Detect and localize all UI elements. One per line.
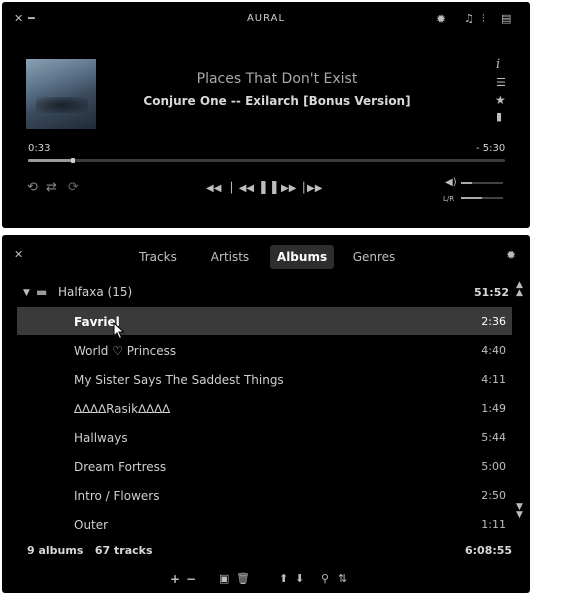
lyrics-icon[interactable]: ☰ <box>496 77 506 89</box>
track-row[interactable]: Outer 1:11 <box>17 510 512 538</box>
balance-slider[interactable] <box>461 197 503 199</box>
track-row[interactable]: Favriel 2:36 <box>17 307 512 335</box>
track-row[interactable]: Dream Fortress 5:00 <box>17 452 512 480</box>
track-duration: 1:11 <box>481 518 506 531</box>
balance-slider-fill <box>461 197 482 199</box>
track-duration: 2:50 <box>481 489 506 502</box>
track-duration: 4:11 <box>481 373 506 386</box>
loop-segment-icon[interactable]: ⟳ <box>68 181 79 194</box>
layout-icon[interactable]: ▤ <box>501 13 511 25</box>
track-duration: 2:36 <box>481 315 506 328</box>
info-icon[interactable]: i <box>496 58 500 71</box>
elapsed-time[interactable]: 0:33 <box>28 143 50 154</box>
player-window: ✕ ━ AURAL ✹ ♫ ⫶ ▤ Places That Don't Exis… <box>2 2 530 228</box>
playlist-settings-gear-icon[interactable]: ✹ <box>506 249 516 261</box>
track-name: Hallways <box>74 431 128 445</box>
search-icon[interactable]: ⚲ <box>321 573 329 585</box>
balance-label: L/R <box>443 195 455 203</box>
seek-bar-fill <box>28 159 74 162</box>
volume-slider-fill <box>461 182 472 184</box>
save-icon[interactable]: ▣ <box>219 573 229 585</box>
volume-slider[interactable] <box>461 182 503 184</box>
sort-icon[interactable]: ⇅ <box>338 573 347 585</box>
playlist-toggle-icon[interactable]: ♫ <box>464 13 474 25</box>
clear-trash-icon[interactable]: 🗑 <box>236 573 250 585</box>
song-title: Places That Don't Exist <box>196 71 358 87</box>
seek-bar[interactable] <box>28 158 505 163</box>
tab-artists[interactable]: Artists <box>201 245 259 269</box>
settings-gear-icon[interactable]: ✹ <box>436 13 446 25</box>
library-summary: 9 albums 67 tracks <box>27 544 153 557</box>
track-name: ∆∆∆∆Rasik∆∆∆∆ <box>74 402 171 416</box>
scroll-to-top-icon[interactable]: ▲ ▲ <box>516 281 523 298</box>
previous-track-icon[interactable]: ▏◀◀ <box>231 183 254 195</box>
repeat-icon[interactable]: ⟲ <box>27 181 38 194</box>
next-track-icon[interactable]: ▶▶▕ <box>281 183 304 195</box>
track-row[interactable]: ∆∆∆∆Rasik∆∆∆∆ 1:49 <box>17 394 512 422</box>
tab-albums[interactable]: Albums <box>270 245 334 269</box>
playlist-close-icon[interactable]: ✕ <box>14 249 23 261</box>
remove-icon[interactable]: − <box>186 573 196 585</box>
app-title: AURAL <box>246 13 286 24</box>
library-total-duration: 6:08:55 <box>465 544 513 557</box>
track-row[interactable]: World ♡ Princess 4:40 <box>17 336 512 364</box>
tab-genres[interactable]: Genres <box>345 245 403 269</box>
album-folder-icon: ▬ <box>36 285 48 299</box>
bookmark-icon[interactable]: ▮ <box>496 111 502 123</box>
collapse-group-icon[interactable]: ▼ <box>23 287 30 299</box>
seek-bar-knob[interactable] <box>71 158 76 163</box>
effects-toggle-icon[interactable]: ⫶ <box>482 13 485 25</box>
mouse-pointer-icon <box>113 322 125 340</box>
volume-icon[interactable]: ◀) <box>445 177 457 189</box>
album-group-duration: 51:52 <box>474 286 510 299</box>
track-name: My Sister Says The Saddest Things <box>74 373 284 387</box>
remaining-time[interactable]: - 5:30 <box>476 143 505 154</box>
playlist-window: ✕ Tracks Artists Albums Genres ✹ ▼ ▬ Hal… <box>2 235 530 593</box>
track-duration: 5:44 <box>481 431 506 444</box>
tab-tracks[interactable]: Tracks <box>129 245 187 269</box>
seek-backward-icon[interactable]: ◀◀ <box>206 183 221 195</box>
shuffle-icon[interactable]: ⇄ <box>46 181 57 194</box>
track-name: Dream Fortress <box>74 460 167 474</box>
artist-album: Conjure One -- Exilarch [Bonus Version] <box>143 94 411 108</box>
album-group-name[interactable]: Halfaxa (15) <box>58 285 132 299</box>
favorite-star-icon[interactable]: ★ <box>495 94 506 106</box>
move-up-icon[interactable]: ⬆ <box>279 573 288 585</box>
add-icon[interactable]: + <box>170 573 180 585</box>
track-duration: 1:49 <box>481 402 506 415</box>
track-duration: 5:00 <box>481 460 506 473</box>
track-name: Intro / Flowers <box>74 489 160 503</box>
track-row[interactable]: Intro / Flowers 2:50 <box>17 481 512 509</box>
track-row[interactable]: Hallways 5:44 <box>17 423 512 451</box>
track-row[interactable]: My Sister Says The Saddest Things 4:11 <box>17 365 512 393</box>
scroll-to-bottom-icon[interactable]: ▼ ▼ <box>516 503 523 520</box>
album-art <box>26 59 96 129</box>
track-duration: 4:40 <box>481 344 506 357</box>
track-name: World ♡ Princess <box>74 344 177 358</box>
seek-forward-icon[interactable]: ▶▶ <box>307 183 322 195</box>
pause-icon[interactable]: ❚❚ <box>258 181 280 194</box>
track-name: Outer <box>74 518 109 532</box>
move-down-icon[interactable]: ⬇ <box>295 573 304 585</box>
